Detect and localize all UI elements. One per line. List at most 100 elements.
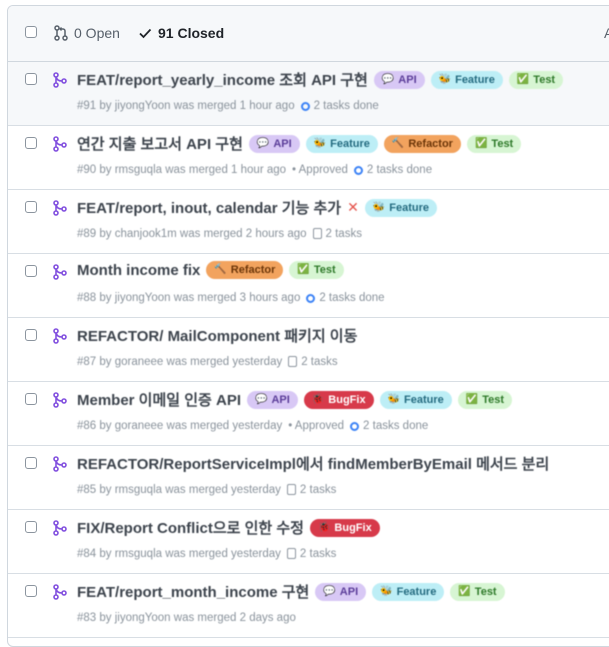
closed-filter-tab[interactable]: 91 Closed bbox=[138, 25, 224, 41]
row-checkbox[interactable] bbox=[25, 265, 37, 277]
row-checkbox[interactable] bbox=[25, 393, 37, 405]
task-progress: 2 tasks bbox=[287, 548, 336, 560]
pull-request-title-line: Month income fix 🔨 Refactor ✅ Test bbox=[77, 261, 609, 279]
merge-info-text: #83 by jiyongYoon was merged 2 days ago bbox=[77, 612, 296, 624]
pull-request-row[interactable]: FEAT/report_yearly_income 조회 API 구현 💬 API 🐝… bbox=[8, 62, 609, 126]
label-test[interactable]: ✅ Test bbox=[450, 582, 505, 601]
pull-request-title-line: REFACTOR/ MailComponent 패키지 이동 bbox=[77, 325, 609, 346]
pull-request-meta: #90 by rmsguqla was merged 1 hour ago • A… bbox=[77, 164, 432, 176]
label-text: API bbox=[398, 73, 417, 86]
open-filter-tab[interactable]: 0 Open bbox=[54, 25, 120, 41]
pull-request-title-link[interactable]: REFACTOR/ReportServiceImpl에서 findMemberB… bbox=[77, 453, 549, 474]
pull-request-title-line: REFACTOR/ReportServiceImpl에서 findMemberB… bbox=[77, 453, 609, 474]
review-status-text[interactable]: • Approved bbox=[288, 420, 344, 432]
label-emoji-icon: ✅ bbox=[474, 137, 488, 149]
header-clipped-text[interactable]: A bbox=[604, 25, 609, 41]
label-refactor[interactable]: 🔨 Refactor bbox=[206, 261, 284, 279]
label-feature[interactable]: 🐝 Feature bbox=[430, 70, 503, 89]
label-test[interactable]: ✅ Test bbox=[457, 390, 513, 409]
label-api[interactable]: 💬 API bbox=[373, 70, 425, 89]
pull-request-meta: #85 by rmsguqla was merged yesterday 2 ta… bbox=[77, 484, 336, 496]
row-checkbox[interactable] bbox=[25, 329, 37, 341]
label-test[interactable]: ✅ Test bbox=[289, 261, 344, 279]
merged-icon bbox=[53, 520, 67, 541]
pull-request-row[interactable]: Member 이메일 인증 API 💬 API 🐞 BugFix 🐝 Feature ✅ Tes… bbox=[8, 382, 609, 446]
label-emoji-icon: ✅ bbox=[516, 73, 530, 85]
label-emoji-icon: 🐝 bbox=[438, 73, 452, 85]
label-emoji-icon: 🐞 bbox=[311, 393, 325, 405]
label-api[interactable]: 💬 API bbox=[247, 390, 298, 409]
row-checkbox[interactable] bbox=[25, 521, 37, 533]
merge-info-text: #87 by goraneee was merged yesterday bbox=[77, 356, 283, 368]
pull-request-row[interactable]: REFACTOR/ReportServiceImpl에서 findMemberB… bbox=[8, 446, 609, 510]
row-checkbox[interactable] bbox=[25, 201, 37, 213]
pull-request-title-link[interactable]: FIX/Report Conflict으로 인한 수정 bbox=[77, 517, 304, 538]
checks-failed-icon[interactable]: ✕ bbox=[347, 199, 359, 216]
label-text: Test bbox=[533, 73, 556, 86]
label-text: API bbox=[273, 137, 292, 150]
pull-request-row[interactable]: 연간 지출 보고서 API 구현 💬 API 🐝 Feature 🔨 Refactor ✅ Te… bbox=[8, 126, 609, 190]
label-emoji-icon: 🐝 bbox=[372, 201, 386, 213]
merged-icon bbox=[53, 456, 67, 477]
merge-info-text: #90 by rmsguqla was merged 1 hour ago bbox=[77, 164, 287, 176]
label-feature[interactable]: 🐝 Feature bbox=[379, 390, 452, 409]
pull-request-title-link[interactable]: REFACTOR/ MailComponent 패키지 이동 bbox=[77, 325, 357, 346]
row-checkbox[interactable] bbox=[25, 73, 37, 85]
label-emoji-icon: ✅ bbox=[458, 585, 471, 597]
pull-request-title-link[interactable]: Member 이메일 인증 API bbox=[77, 389, 241, 410]
pull-request-row[interactable]: REFACTOR/ MailComponent 패키지 이동 #87 by gor… bbox=[8, 318, 609, 382]
pull-request-meta: #83 by jiyongYoon was merged 2 days ago bbox=[77, 612, 296, 624]
merge-info-text: #86 by goraneee was merged yesterday bbox=[77, 420, 283, 432]
pull-request-meta: #86 by goraneee was merged yesterday • Ap… bbox=[77, 420, 428, 432]
merge-info-text: #89 by chanjook1m was merged 2 hours ago bbox=[77, 228, 307, 240]
pull-request-title-line: 연간 지출 보고서 API 구현 💬 API 🐝 Feature 🔨 Refactor ✅ Te… bbox=[77, 133, 609, 154]
label-emoji-icon: 🐝 bbox=[387, 393, 401, 405]
check-icon bbox=[139, 28, 152, 39]
label-emoji-icon: 🔨 bbox=[391, 137, 405, 149]
row-checkbox[interactable] bbox=[25, 457, 37, 469]
label-refactor[interactable]: 🔨 Refactor bbox=[383, 134, 461, 153]
label-text: Test bbox=[313, 264, 336, 276]
label-text: Feature bbox=[455, 73, 495, 86]
review-status-text[interactable]: • Approved bbox=[292, 164, 348, 176]
merged-icon bbox=[53, 328, 67, 349]
pull-request-row[interactable]: FEAT/report_month_income 구현 💬 API 🐝 Feature ✅… bbox=[8, 574, 609, 638]
merged-icon bbox=[53, 72, 67, 93]
pull-request-title-link[interactable]: Month income fix bbox=[77, 262, 200, 279]
label-bugfix[interactable]: 🐞 BugFix bbox=[303, 390, 374, 409]
pull-request-title-link[interactable]: FEAT/report, inout, calendar 기능 추가 bbox=[77, 197, 341, 218]
label-api[interactable]: 💬 API bbox=[248, 134, 300, 153]
row-checkbox[interactable] bbox=[25, 137, 37, 149]
label-test[interactable]: ✅ Test bbox=[466, 134, 522, 153]
row-checkbox[interactable] bbox=[25, 585, 37, 597]
pull-request-title-link[interactable]: 연간 지출 보고서 API 구현 bbox=[77, 133, 243, 154]
label-emoji-icon: 🔨 bbox=[214, 264, 227, 275]
label-feature[interactable]: 🐝 Feature bbox=[372, 582, 445, 601]
label-text: API bbox=[271, 393, 290, 406]
label-test[interactable]: ✅ Test bbox=[508, 70, 564, 89]
label-feature[interactable]: 🐝 Feature bbox=[364, 198, 438, 217]
pull-request-title-link[interactable]: FEAT/report_yearly_income 조회 API 구현 bbox=[77, 69, 368, 90]
task-progress: 2 tasks bbox=[288, 356, 337, 368]
pull-request-row[interactable]: FIX/Report Conflict으로 인한 수정 🐞 BugFix #84 by… bbox=[8, 510, 609, 574]
label-emoji-icon: 🐞 bbox=[317, 521, 331, 533]
pull-request-title-link[interactable]: FEAT/report_month_income 구현 bbox=[77, 581, 309, 602]
label-text: Test bbox=[482, 393, 505, 406]
merge-info-text: #88 by jiyongYoon was merged 3 hours ago bbox=[77, 292, 301, 304]
label-text: Refactor bbox=[230, 264, 276, 276]
label-api[interactable]: 💬 API bbox=[315, 582, 367, 601]
pull-request-meta: #88 by jiyongYoon was merged 3 hours ago… bbox=[77, 292, 385, 304]
select-all-checkbox[interactable] bbox=[25, 26, 37, 38]
pull-request-row[interactable]: Month income fix 🔨 Refactor ✅ Test #88 by jiy… bbox=[8, 254, 609, 318]
label-text: Test bbox=[491, 137, 514, 150]
pull-request-title-line: Member 이메일 인증 API 💬 API 🐞 BugFix 🐝 Feature ✅ Tes… bbox=[77, 389, 609, 410]
label-emoji-icon: 🐝 bbox=[380, 585, 393, 597]
label-text: BugFix bbox=[328, 393, 366, 406]
pull-request-row[interactable]: FEAT/report, inout, calendar 기능 추가 ✕ 🐝 Feat… bbox=[8, 190, 609, 254]
task-progress: 2 tasks done bbox=[350, 420, 428, 432]
label-feature[interactable]: 🐝 Feature bbox=[305, 134, 378, 153]
label-bugfix[interactable]: 🐞 BugFix bbox=[309, 518, 380, 537]
pull-request-title-line: FIX/Report Conflict으로 인한 수정 🐞 BugFix bbox=[77, 517, 609, 538]
task-progress: 2 tasks bbox=[287, 484, 336, 496]
merged-icon bbox=[53, 392, 67, 413]
